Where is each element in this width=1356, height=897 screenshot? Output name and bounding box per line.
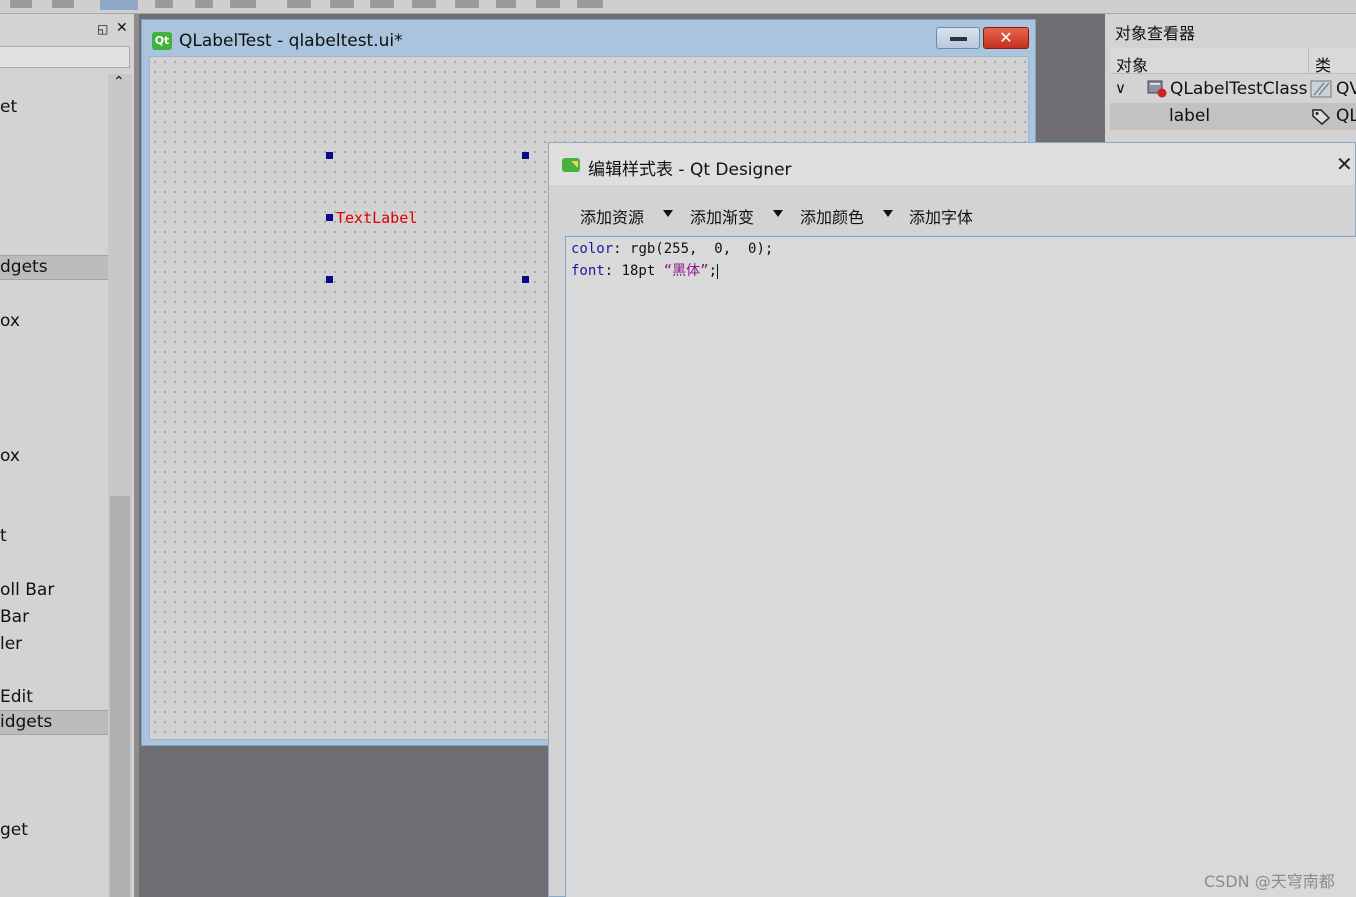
dock-splitter[interactable] — [134, 14, 139, 897]
widget-class-icon — [1310, 80, 1332, 98]
dropdown-arrow-icon[interactable] — [663, 210, 673, 217]
dropdown-arrow-icon[interactable] — [773, 210, 783, 217]
edit-stylesheet-dialog: 编辑样式表 - Qt Designer ✕ 添加资源 添加渐变 添加颜色 添加字… — [548, 142, 1356, 897]
form-close-button[interactable]: ✕ — [983, 27, 1029, 49]
css-value: : rgb(255, 0, 0); — [613, 241, 774, 257]
scroll-up-icon[interactable]: ⌃ — [113, 74, 125, 90]
selection-handle[interactable] — [522, 276, 529, 283]
toolbar-button[interactable] — [536, 0, 560, 8]
dialog-title: 编辑样式表 - Qt Designer — [588, 160, 792, 180]
inspector-row[interactable]: ∨ QLabelTestClass QV — [1110, 76, 1356, 103]
stylesheet-editor[interactable]: color: rgb(255, 0, 0); font: 18pt “黑体”; — [565, 236, 1356, 897]
selection-handle[interactable] — [522, 152, 529, 159]
toolbar-button[interactable] — [370, 0, 394, 8]
toolbar-button[interactable] — [287, 0, 311, 8]
toolbar-button[interactable] — [412, 0, 436, 8]
toolbar-button[interactable] — [496, 0, 516, 8]
widget-item[interactable]: ox — [0, 311, 20, 331]
main-toolbar — [0, 0, 1356, 14]
toolbar-button[interactable] — [455, 0, 479, 8]
widget-item[interactable]: get — [0, 820, 28, 840]
column-separator[interactable] — [1308, 48, 1309, 74]
widget-item[interactable]: ox — [0, 446, 20, 466]
toolbar-button[interactable] — [230, 0, 256, 8]
inspector-header: 对象 类 — [1110, 48, 1356, 76]
minimize-button[interactable] — [936, 27, 980, 49]
widget-box-header: ◱ ✕ — [0, 14, 134, 42]
widget-item[interactable]: oll Bar — [0, 580, 54, 600]
toolbar-button[interactable] — [10, 0, 32, 8]
widget-item[interactable]: t — [0, 526, 7, 546]
object-class: QV — [1336, 79, 1356, 99]
dialog-close-button[interactable]: ✕ — [1336, 152, 1353, 176]
text-label-widget[interactable]: TextLabel — [336, 209, 417, 227]
object-name: QLabelTestClass — [1170, 79, 1308, 99]
widget-box-panel: ◱ ✕ et dgets ox ox t oll Bar Bar ler Edi… — [0, 14, 134, 897]
form-class-icon — [1147, 80, 1167, 98]
chevron-down-icon[interactable]: ∨ — [1115, 79, 1126, 97]
css-string: “黑体” — [663, 263, 709, 279]
code-line: color: rgb(255, 0, 0); — [571, 241, 1351, 260]
widget-item[interactable]: et — [0, 97, 17, 117]
css-property: font — [571, 263, 605, 279]
designer-app-icon — [562, 158, 580, 172]
add-gradient-button[interactable]: 添加渐变 — [690, 204, 754, 228]
toolbar-button[interactable] — [155, 0, 173, 8]
minimize-icon — [950, 37, 967, 41]
object-inspector: 对象查看器 对象 类 ∨ QLabelTestClass QV label QL — [1105, 14, 1356, 142]
stylesheet-toolbar: 添加资源 添加渐变 添加颜色 添加字体 — [549, 199, 1355, 229]
toolbar-button[interactable] — [330, 0, 354, 8]
toolbar-button-edit-widgets[interactable] — [100, 0, 138, 10]
code-line: font: 18pt “黑体”; — [571, 260, 1351, 279]
watermark: CSDN @天穹南都 — [1204, 872, 1335, 891]
form-window-titlebar[interactable]: Qt QLabelTest - qlabeltest.ui* ✕ — [142, 20, 1035, 56]
column-class[interactable]: 类 — [1315, 52, 1331, 76]
toolbar-button[interactable] — [195, 0, 213, 8]
css-property: color — [571, 241, 614, 257]
float-icon[interactable]: ◱ — [97, 22, 108, 36]
css-terminator: ; — [708, 263, 718, 279]
inspector-row-selected[interactable]: label QL — [1110, 103, 1356, 130]
selection-handle[interactable] — [326, 276, 333, 283]
column-object[interactable]: 对象 — [1116, 52, 1148, 76]
widget-filter-input[interactable] — [0, 46, 130, 68]
selection-handle[interactable] — [326, 214, 333, 221]
form-window-title: QLabelTest - qlabeltest.ui* — [179, 31, 403, 51]
object-name: label — [1169, 106, 1211, 126]
object-inspector-title: 对象查看器 — [1115, 24, 1196, 43]
toolbar-button[interactable] — [577, 0, 603, 8]
widget-category[interactable]: dgets — [0, 255, 108, 280]
label-tag-icon — [1312, 109, 1331, 125]
selection-handle[interactable] — [326, 152, 333, 159]
widget-category[interactable]: idgets — [0, 710, 108, 735]
widget-list: et dgets ox ox t oll Bar Bar ler Edit id… — [0, 74, 108, 897]
add-font-button[interactable]: 添加字体 — [909, 204, 973, 228]
close-icon[interactable]: ✕ — [116, 20, 128, 36]
css-value: : 18pt — [604, 263, 664, 279]
add-resource-button[interactable]: 添加资源 — [580, 204, 644, 228]
toolbar-button[interactable] — [52, 0, 74, 8]
widget-item[interactable]: Edit — [0, 687, 33, 707]
widget-list-scrollbar[interactable]: ⌃ — [108, 74, 132, 897]
dropdown-arrow-icon[interactable] — [883, 210, 893, 217]
object-class: QL — [1336, 106, 1356, 126]
add-color-button[interactable]: 添加颜色 — [800, 204, 864, 228]
qt-logo-icon: Qt — [152, 32, 172, 50]
widget-item[interactable]: ler — [0, 634, 22, 654]
widget-item[interactable]: Bar — [0, 607, 29, 627]
scrollbar-thumb[interactable] — [110, 496, 130, 897]
text-cursor — [717, 263, 719, 279]
dialog-titlebar[interactable]: 编辑样式表 - Qt Designer ✕ — [549, 143, 1355, 185]
